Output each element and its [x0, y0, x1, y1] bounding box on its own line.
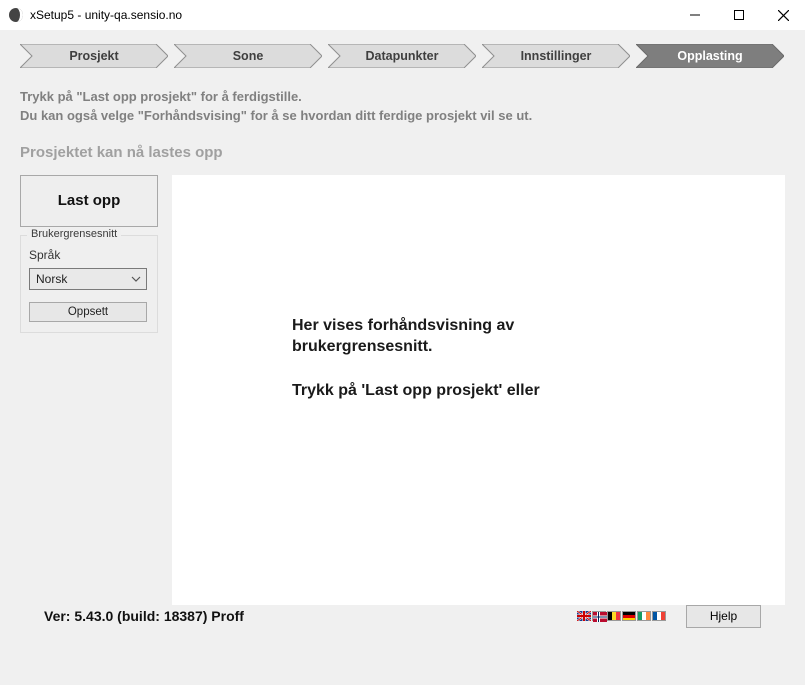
upload-button[interactable]: Last opp — [20, 175, 158, 227]
setup-button[interactable]: Oppsett — [29, 302, 147, 322]
chevron-down-icon — [130, 272, 142, 289]
panel-legend: Brukergrensesnitt — [27, 228, 121, 240]
window-title: xSetup5 - unity-qa.sensio.no — [30, 8, 673, 22]
instructions: Trykk på "Last opp prosjekt" for å ferdi… — [20, 88, 785, 126]
language-select[interactable]: Norsk — [29, 268, 147, 290]
main-row: Last opp Brukergrensesnitt Språk Norsk O… — [20, 175, 785, 605]
language-label: Språk — [29, 248, 149, 262]
language-value: Norsk — [36, 272, 67, 286]
step-opplasting[interactable]: Opplasting — [636, 44, 784, 68]
flag-france-icon[interactable] — [652, 611, 666, 621]
version-label: Ver: 5.43.0 (build: 18387) Proff — [44, 608, 577, 624]
step-label: Innstillinger — [482, 44, 630, 68]
titlebar: xSetup5 - unity-qa.sensio.no — [0, 0, 805, 30]
ui-panel: Brukergrensesnitt Språk Norsk Oppsett — [20, 235, 158, 333]
flag-germany-icon[interactable] — [622, 611, 636, 621]
flag-norway-icon[interactable] — [592, 611, 606, 621]
footer: Ver: 5.43.0 (build: 18387) Proff — [20, 605, 785, 640]
flag-belgium-icon[interactable] — [607, 611, 621, 621]
step-sone[interactable]: Sone — [174, 44, 322, 68]
language-flags — [577, 611, 666, 621]
step-label: Sone — [174, 44, 322, 68]
step-prosjekt[interactable]: Prosjekt — [20, 44, 168, 68]
app-icon — [8, 7, 24, 23]
preview-text-1: Her vises forhåndsvisning av brukergrens… — [292, 315, 632, 358]
maximize-button[interactable] — [717, 0, 761, 30]
minimize-button[interactable] — [673, 0, 717, 30]
side-panel: Last opp Brukergrensesnitt Språk Norsk O… — [20, 175, 158, 605]
preview-pane: Her vises forhåndsvisning av brukergrens… — [172, 175, 785, 605]
step-label: Opplasting — [636, 44, 784, 68]
help-button[interactable]: Hjelp — [686, 605, 761, 628]
step-datapunkter[interactable]: Datapunkter — [328, 44, 476, 68]
close-button[interactable] — [761, 0, 805, 30]
instructions-line2: Du kan også velge "Forhåndsvising" for å… — [20, 107, 785, 126]
step-label: Datapunkter — [328, 44, 476, 68]
instructions-line1: Trykk på "Last opp prosjekt" for å ferdi… — [20, 88, 785, 107]
setup-button-label: Oppsett — [68, 306, 108, 318]
flag-uk-icon[interactable] — [577, 611, 591, 621]
preview-text-2: Trykk på 'Last opp prosjekt' eller — [292, 380, 632, 402]
step-label: Prosjekt — [20, 44, 168, 68]
flag-ireland-icon[interactable] — [637, 611, 651, 621]
help-button-label: Hjelp — [710, 609, 737, 623]
content-area: Prosjekt Sone Datapunkter Innstillinger … — [0, 30, 805, 685]
subheading: Prosjektet kan nå lastes opp — [20, 144, 785, 161]
step-innstillinger[interactable]: Innstillinger — [482, 44, 630, 68]
wizard-steps: Prosjekt Sone Datapunkter Innstillinger … — [20, 44, 785, 68]
upload-button-label: Last opp — [58, 192, 121, 209]
